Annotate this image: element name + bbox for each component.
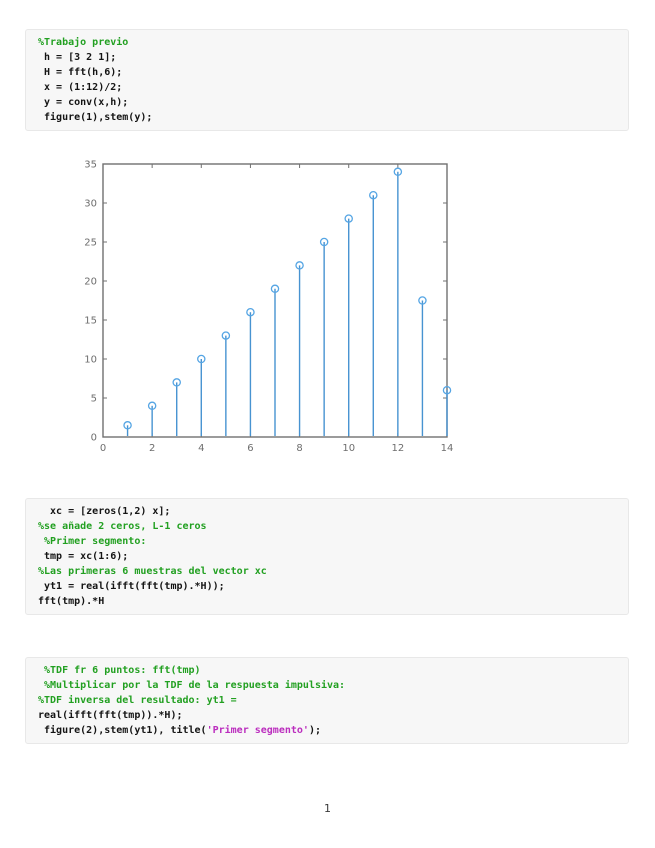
code-line: %Las primeras 6 muestras del vector xc bbox=[38, 564, 622, 579]
code-line: figure(1),stem(y); bbox=[38, 110, 622, 125]
svg-text:10: 10 bbox=[84, 355, 97, 366]
code-line: yt1 = real(ifft(fft(tmp).*H)); bbox=[38, 579, 622, 594]
stem-plot-svg: 0 2 4 6 8 10 12 14 0 5 10 15 20 25 30 35 bbox=[60, 155, 470, 465]
matlab-code-block-1: %Trabajo previo h = [3 2 1]; H = fft(h,6… bbox=[25, 29, 629, 131]
svg-text:6: 6 bbox=[247, 443, 253, 454]
svg-text:15: 15 bbox=[84, 316, 97, 327]
code-line: tmp = xc(1:6); bbox=[38, 549, 622, 564]
svg-text:4: 4 bbox=[198, 443, 204, 454]
svg-text:10: 10 bbox=[342, 443, 355, 454]
code-line: h = [3 2 1]; bbox=[38, 50, 622, 65]
code-line: H = fft(h,6); bbox=[38, 65, 622, 80]
svg-text:20: 20 bbox=[84, 277, 97, 288]
page-number: 1 bbox=[0, 802, 655, 815]
code-line: y = conv(x,h); bbox=[38, 95, 622, 110]
svg-text:12: 12 bbox=[391, 443, 404, 454]
svg-text:5: 5 bbox=[91, 394, 97, 405]
svg-text:25: 25 bbox=[84, 238, 97, 249]
code-line: %Multiplicar por la TDF de la respuesta … bbox=[38, 678, 622, 693]
matlab-code-block-2: xc = [zeros(1,2) x];%se añade 2 ceros, L… bbox=[25, 498, 629, 615]
code-line: real(ifft(fft(tmp)).*H); bbox=[38, 708, 622, 723]
code-line: %se añade 2 ceros, L-1 ceros bbox=[38, 519, 622, 534]
svg-text:30: 30 bbox=[84, 199, 97, 210]
code-line: %TDF inversa del resultado: yt1 = bbox=[38, 693, 622, 708]
code-line: %Trabajo previo bbox=[38, 35, 622, 50]
svg-text:0: 0 bbox=[91, 433, 97, 444]
code-line: %Primer segmento: bbox=[38, 534, 622, 549]
svg-text:8: 8 bbox=[296, 443, 302, 454]
code-line: xc = [zeros(1,2) x]; bbox=[38, 504, 622, 519]
code-line: fft(tmp).*H bbox=[38, 594, 622, 609]
stem-plot-figure: 0 2 4 6 8 10 12 14 0 5 10 15 20 25 30 35 bbox=[60, 155, 470, 465]
svg-text:0: 0 bbox=[100, 443, 106, 454]
plot-stems bbox=[124, 168, 451, 436]
svg-text:2: 2 bbox=[149, 443, 155, 454]
code-line: figure(2),stem(yt1), title('Primer segme… bbox=[38, 723, 622, 738]
code-line: %TDF fr 6 puntos: fft(tmp) bbox=[38, 663, 622, 678]
matlab-code-block-3: %TDF fr 6 puntos: fft(tmp) %Multiplicar … bbox=[25, 657, 629, 744]
svg-text:14: 14 bbox=[441, 443, 454, 454]
code-line: x = (1:12)/2; bbox=[38, 80, 622, 95]
svg-text:35: 35 bbox=[84, 160, 97, 171]
